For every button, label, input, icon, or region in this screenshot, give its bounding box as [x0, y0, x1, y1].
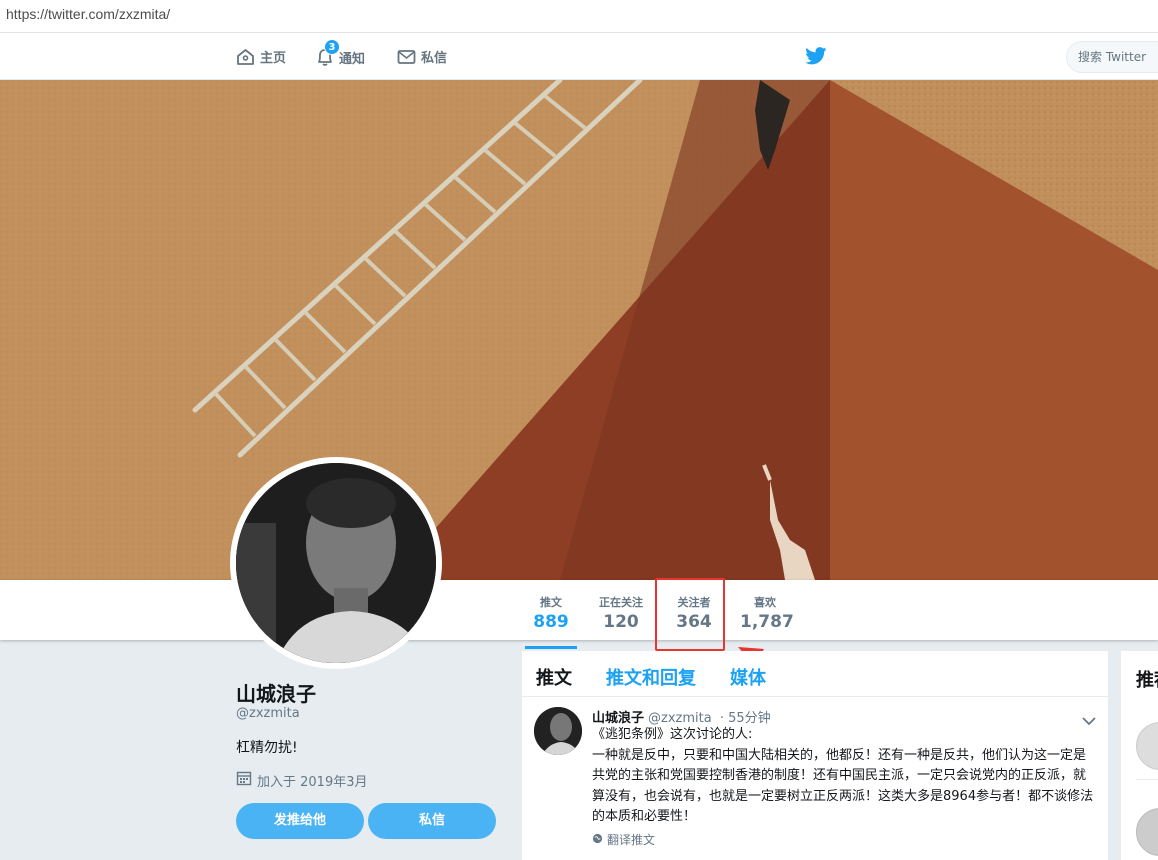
stat-likes-label: 喜欢 [754, 596, 776, 609]
home-icon [236, 48, 255, 66]
profile-joined-text: 加入于 2019年3月 [257, 774, 368, 790]
stat-following-label: 正在关注 [599, 596, 643, 609]
notification-badge: 3 [324, 39, 340, 55]
url-text[interactable]: https://twitter.com/zxzmita/ [6, 6, 170, 22]
nav-home[interactable]: 主页 [236, 47, 286, 66]
tweet-text: 《逃犯条例》这次讨论的人: 一种就是反中，只要和中国大陆相关的，他都反！还有一种… [592, 727, 1094, 824]
bell-icon: 3 [316, 39, 340, 67]
search-input[interactable]: 搜索 Twitter [1066, 41, 1158, 73]
right-panel: 推荐 [1121, 651, 1158, 860]
stat-following-value: 120 [603, 612, 639, 632]
stat-following[interactable]: 正在关注 120 [592, 594, 650, 632]
profile-cover-image [0, 80, 1158, 580]
nav-notifications-label: 通知 [339, 51, 366, 67]
avatar-photo [236, 463, 436, 663]
timeline-tabs: 推文 推文和回复 媒体 [522, 651, 1108, 697]
nav-home-label: 主页 [260, 51, 287, 66]
right-panel-title: 推荐 [1136, 670, 1158, 691]
profile-handle: @zxzmita [236, 706, 300, 721]
suggested-user-avatar[interactable] [1136, 722, 1158, 770]
profile-avatar[interactable] [230, 457, 442, 669]
stat-tweets[interactable]: 推文 889 [525, 594, 577, 649]
browser-url-bar[interactable]: https://twitter.com/zxzmita/ [0, 0, 1158, 33]
profile-joined: 加入于 2019年3月 [236, 770, 368, 790]
twitter-bird-icon[interactable] [805, 47, 827, 69]
translate-tweet-link[interactable]: 翻译推文 [592, 831, 655, 848]
stat-likes-value: 1,787 [740, 612, 794, 632]
annotation-highlight-box [655, 578, 725, 651]
profile-bio: 杠精勿扰! [236, 740, 298, 756]
suggested-user-avatar[interactable] [1136, 808, 1158, 856]
tab-tweets-replies[interactable]: 推文和回复 [606, 664, 696, 690]
top-navigation: 主页 3 通知 私信 搜索 Twitter [0, 33, 1158, 80]
nav-messages-label: 私信 [421, 51, 448, 66]
envelope-icon [397, 49, 416, 65]
message-button[interactable]: 私信 [368, 803, 496, 839]
stat-tweets-value: 889 [533, 612, 569, 632]
globe-icon [592, 833, 603, 847]
divider [1136, 779, 1158, 780]
tweet-to-button[interactable]: 发推给他 [236, 803, 364, 839]
stat-tweets-label: 推文 [540, 596, 562, 609]
nav-notifications[interactable]: 3 通知 [316, 39, 366, 67]
translate-tweet-label: 翻译推文 [607, 833, 656, 847]
profile-name: 山城浪子 [236, 682, 316, 706]
timeline: 推文 推文和回复 媒体 山城浪子 @zxzmita · 55分钟 《逃犯条例》这次… [522, 651, 1108, 860]
tweet-author-handle[interactable]: @zxzmita [648, 711, 712, 726]
tweet-time[interactable]: · 55分钟 [720, 711, 771, 726]
tweet-avatar[interactable] [534, 707, 582, 755]
tweet-header: 山城浪子 @zxzmita · 55分钟 [592, 707, 771, 726]
tweet-author-name[interactable]: 山城浪子 [592, 711, 644, 726]
tab-tweets[interactable]: 推文 [536, 664, 572, 690]
stat-likes[interactable]: 喜欢 1,787 [740, 594, 794, 632]
profile-nav: 推文 889 正在关注 120 关注者 364 喜欢 1,787 [0, 580, 1158, 649]
tab-media[interactable]: 媒体 [730, 664, 766, 690]
calendar-icon [236, 770, 252, 790]
nav-messages[interactable]: 私信 [397, 47, 447, 66]
